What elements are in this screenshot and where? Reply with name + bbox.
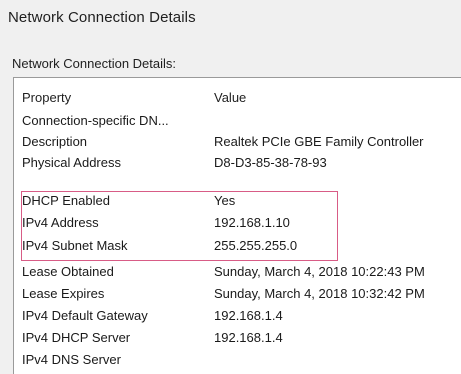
value-cell: Yes [214,193,236,208]
section-label: Network Connection Details: [12,56,177,71]
value-cell: 192.168.1.4 [214,330,283,345]
table-row[interactable]: Lease Expires Sunday, March 4, 2018 10:3… [14,285,461,304]
list-header: Property Value [14,78,461,108]
table-row[interactable]: Connection-specific DN... [14,112,461,131]
table-row[interactable]: Lease Obtained Sunday, March 4, 2018 10:… [14,263,461,282]
details-list[interactable]: Property Value Connection-specific DN...… [13,77,461,374]
table-row[interactable]: IPv4 Subnet Mask 255.255.255.0 [14,237,461,256]
property-cell: IPv4 DHCP Server [22,330,131,345]
table-row[interactable]: IPv4 Address 192.168.1.10 [14,214,461,233]
property-cell: IPv4 DNS Server [22,352,121,367]
column-header-value[interactable]: Value [214,90,246,105]
property-cell: IPv4 Subnet Mask [22,238,128,253]
table-row[interactable]: IPv4 DHCP Server 192.168.1.4 [14,329,461,348]
dialog-title: Network Connection Details [8,9,196,26]
value-cell: D8-D3-85-38-78-93 [214,155,327,170]
column-header-property[interactable]: Property [22,90,71,105]
property-cell: Physical Address [22,155,121,170]
value-cell: Realtek PCIe GBE Family Controller [214,134,424,149]
table-row[interactable]: Physical Address D8-D3-85-38-78-93 [14,154,461,173]
property-cell: Connection-specific DN... [22,113,169,128]
value-cell: Sunday, March 4, 2018 10:22:43 PM [214,264,425,279]
value-cell: 192.168.1.10 [214,215,290,230]
value-cell: Sunday, March 4, 2018 10:32:42 PM [214,286,425,301]
property-cell: DHCP Enabled [22,193,110,208]
table-row[interactable]: DHCP Enabled Yes [14,192,461,211]
value-cell: 255.255.255.0 [214,238,298,253]
property-cell: IPv4 Default Gateway [22,308,148,323]
table-row[interactable]: IPv4 DNS Server [14,351,461,370]
table-row[interactable]: Description Realtek PCIe GBE Family Cont… [14,133,461,152]
property-cell: IPv4 Address [22,215,99,230]
property-cell: Lease Expires [22,286,105,301]
value-cell: 192.168.1.4 [214,308,283,323]
property-cell: Lease Obtained [22,264,114,279]
table-row[interactable]: IPv4 Default Gateway 192.168.1.4 [14,307,461,326]
property-cell: Description [22,134,88,149]
